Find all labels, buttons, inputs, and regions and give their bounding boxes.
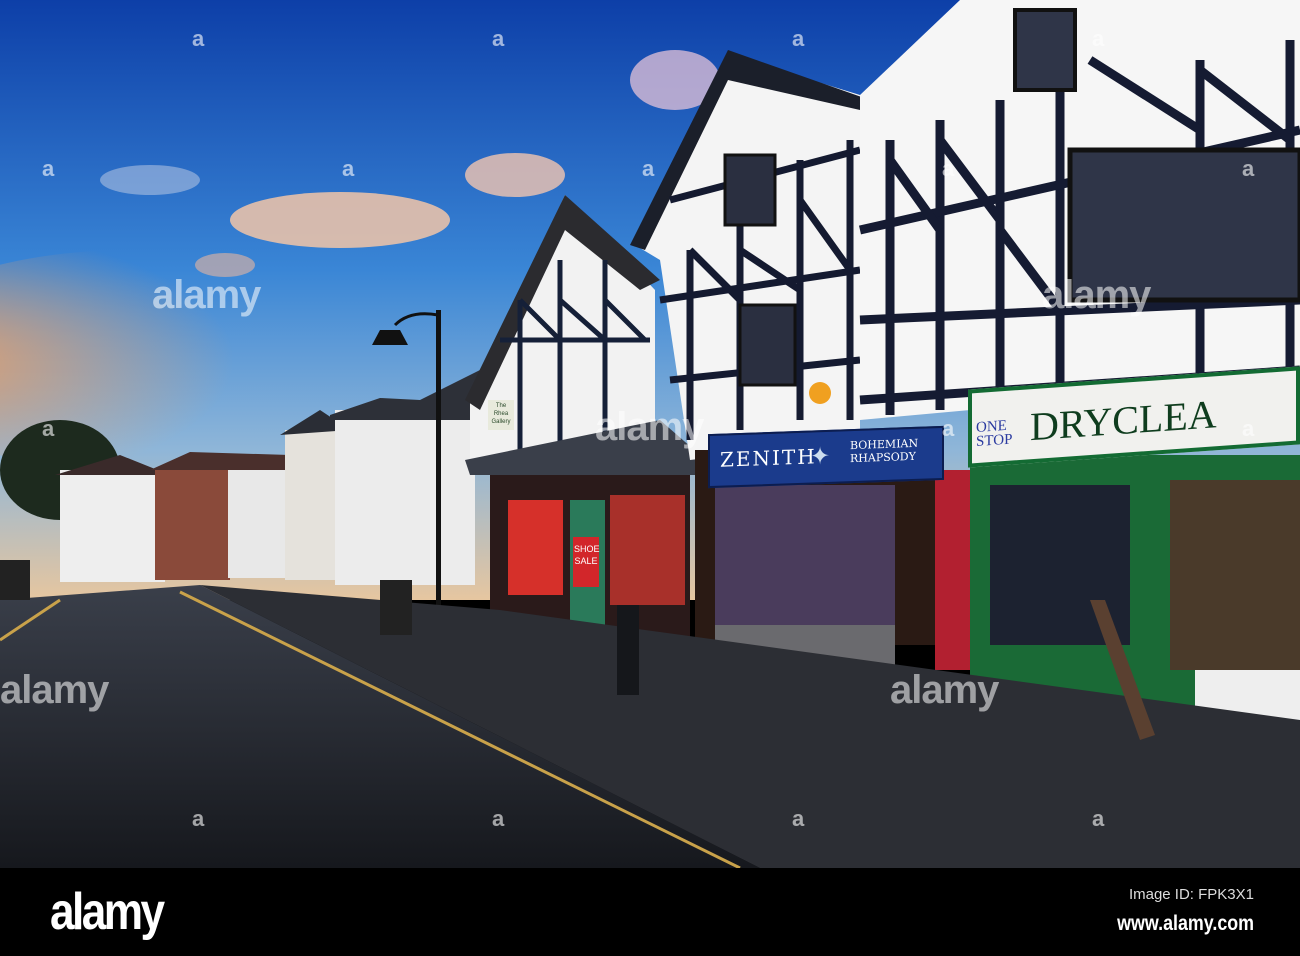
zenith-sign: ZENITH ✦ BOHEMIAN RHAPSODY: [708, 425, 944, 489]
building: [335, 410, 475, 585]
shoe-sale-text: SHOE SALE: [574, 544, 600, 566]
watermark-letter: a: [492, 26, 505, 51]
bollard: [617, 605, 639, 695]
watermark-letter: a: [1242, 416, 1255, 441]
bohemian-sign-text: BOHEMIAN RHAPSODY: [850, 436, 919, 466]
car: [0, 560, 30, 600]
watermark: alamy: [1042, 273, 1151, 317]
window: [723, 153, 777, 227]
watermark: alamy: [152, 273, 261, 317]
gallery-sign: The Rhea Gallery: [488, 400, 514, 430]
site-url: www.alamy.com: [1117, 912, 1254, 935]
one-stop-text: ONE STOP: [976, 417, 1013, 451]
zenith-sign-text: ZENITH: [720, 444, 817, 472]
lamp-post: [436, 310, 441, 630]
alarm-box: [809, 382, 831, 404]
watermark-letter: a: [192, 806, 205, 831]
watermark-letter: a: [942, 156, 955, 181]
watermark-letter: a: [42, 156, 55, 181]
watermark-letter: a: [42, 416, 55, 441]
window: [738, 303, 797, 387]
photo: ZENITH ✦ BOHEMIAN RHAPSODY ONE STOP DRYC…: [0, 0, 1300, 956]
watermark-letter: a: [192, 26, 205, 51]
compass-icon: ✦: [810, 442, 831, 471]
a-board: [380, 580, 412, 635]
footer-bar: alamy Image ID: FPK3X1 www.alamy.com: [0, 868, 1300, 956]
watermark-letter: a: [942, 416, 955, 441]
building-antiques: [60, 470, 165, 582]
shoe-sale-poster: SHOE SALE: [573, 537, 600, 587]
cloud: [230, 192, 450, 248]
watermark: alamy: [595, 405, 704, 449]
gallery-sign-text: The Rhea Gallery: [491, 403, 511, 425]
watermark-letter: a: [342, 156, 355, 181]
watermark-letter: a: [1242, 156, 1255, 181]
cloud: [465, 153, 565, 197]
watermark-letter: a: [642, 156, 655, 181]
cloud: [100, 165, 200, 195]
watermark-letter: a: [1092, 806, 1105, 831]
watermark: alamy: [0, 668, 109, 712]
watermark-letter: a: [792, 806, 805, 831]
window: [1013, 8, 1077, 92]
watermark-letter: a: [492, 806, 505, 831]
watermark: alamy: [890, 668, 999, 712]
watermark-letter: a: [792, 26, 805, 51]
dryclean-text: DRYCLEA: [1030, 391, 1217, 450]
watermark-letter: a: [1092, 26, 1105, 51]
brick-building: [155, 470, 230, 580]
alamy-logo: alamy: [50, 883, 165, 941]
image-id: Image ID: FPK3X1: [1128, 886, 1254, 903]
